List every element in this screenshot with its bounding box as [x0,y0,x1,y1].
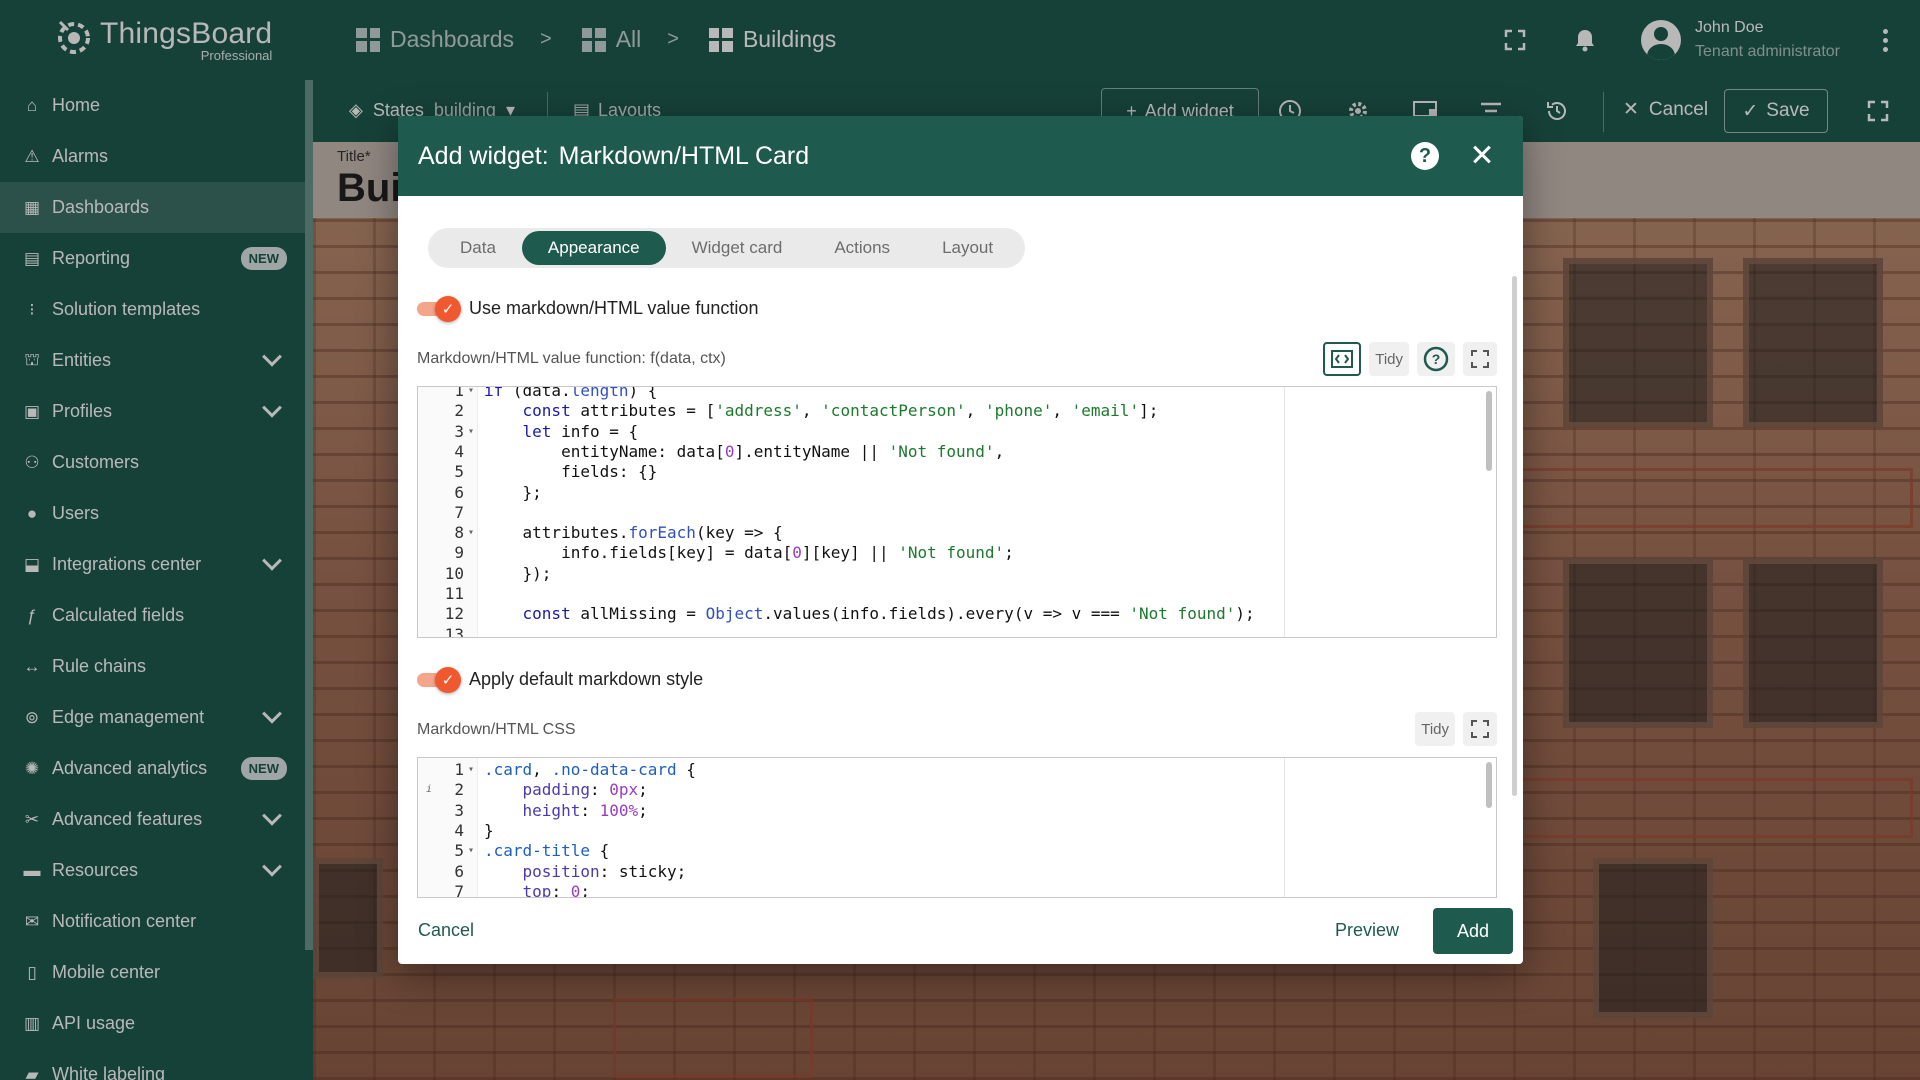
line-number: 5 [454,462,464,482]
toggle-switch[interactable]: ✓ [417,296,461,322]
apply-default-style-toggle[interactable]: ✓ Apply default markdown style [417,667,703,693]
dialog-footer: Cancel Preview Add [398,898,1523,964]
fullscreen-icon[interactable] [1463,342,1497,376]
code-text: entityName: data[0].entityName || 'Not f… [484,441,1005,461]
line-number: 7 [454,881,464,898]
code-text: }); [484,563,552,583]
code-line[interactable]: 9 info.fields[key] = data[0][key] || 'No… [418,543,1278,563]
code-text: if (data.length) { [484,386,658,400]
preview-button[interactable]: Preview [1335,920,1399,941]
line-number: 5 [454,841,464,861]
code-line[interactable]: 7 top: 0; [418,881,1278,898]
tab-data[interactable]: Data [434,231,522,265]
line-number: 4 [454,820,464,840]
css-label: Markdown/HTML CSS [417,721,576,738]
line-number: 6 [454,861,464,881]
code-text: let info = { [522,421,639,441]
css-tidy-button[interactable]: Tidy [1415,712,1455,746]
use-markdown-function-toggle[interactable]: ✓ Use markdown/HTML value function [417,296,758,322]
tab-actions[interactable]: Actions [808,231,916,265]
line-number: 2 [454,780,464,800]
line-number: 12 [444,604,464,624]
code-text: top: 0; [522,881,590,898]
value-function-label: Markdown/HTML value function: f(data, ct… [417,350,726,367]
tab-appearance[interactable]: Appearance [521,231,666,265]
line-number: 11 [444,584,464,603]
code-text: }; [484,482,542,502]
code-line[interactable]: 5 fields: {} [418,462,1278,482]
code-line[interactable]: 1 ▾ .card, .no-data-card { [418,760,1278,780]
code-line[interactable]: 1 ▾ if (data.length) { [418,386,1278,401]
line-number: 13 [444,624,464,638]
function-code-editor[interactable]: 1 ▾ if (data.length) {2 const attributes =… [417,386,1497,638]
css-code-editor[interactable]: 1 ▾ .card, .no-data-card {2 i padding: 0px;… [417,757,1497,898]
fullscreen-icon[interactable] [1463,712,1497,746]
code-text: const attributes = ['address', 'contactP… [522,401,1159,421]
code-format-icon[interactable] [1323,342,1362,376]
dialog-header: Add widget: Markdown/HTML Card ? [398,116,1523,196]
line-number: 9 [454,543,464,563]
code-text: .card, .no-data-card { [484,760,696,779]
code-text: fields: {} [484,462,658,482]
code-text: height: 100%; [522,800,648,820]
tab-widget-card[interactable]: Widget card [666,231,809,265]
line-number: 3 [454,421,464,441]
code-text: .card-title { [484,841,610,861]
code-text: position: sticky; [522,861,687,881]
fold-arrow-icon[interactable]: ▾ [468,523,474,543]
function-help-icon[interactable]: ? [1417,342,1455,376]
cancel-button[interactable]: Cancel [418,920,474,941]
line-number: 10 [444,563,464,583]
fold-arrow-icon[interactable]: ▾ [468,760,474,780]
code-line[interactable]: 7 [418,503,1278,523]
add-widget-dialog: Add widget: Markdown/HTML Card ? Data App… [398,116,1523,964]
fold-arrow-icon[interactable]: ▾ [468,422,474,442]
code-line[interactable]: 6 position: sticky; [418,862,1278,882]
line-number: 8 [454,523,464,543]
tab-layout[interactable]: Layout [916,231,1019,265]
close-icon[interactable] [1467,140,1497,170]
line-number: 1 [454,760,464,779]
code-text: } [484,820,494,840]
line-number: 3 [454,800,464,820]
code-line[interactable]: 11 [418,584,1278,604]
code-line[interactable]: 3 height: 100%; [418,801,1278,821]
line-number: 7 [454,502,464,522]
code-line[interactable]: 4} [418,821,1278,841]
code-line[interactable]: 12 const allMissing = Object.values(info… [418,604,1278,624]
fold-arrow-icon[interactable]: ▾ [468,841,474,861]
code-text: info.fields[key] = data[0][key] || 'Not … [484,543,1014,563]
line-number: 2 [454,401,464,421]
code-line[interactable]: 8 ▾ attributes.forEach(key => { [418,523,1278,543]
code-line[interactable]: 6 }; [418,483,1278,503]
dialog-title: Add widget: Markdown/HTML Card [418,141,810,170]
code-text: padding: 0px; [522,780,648,800]
code-line[interactable]: 3 ▾ let info = { [418,422,1278,442]
dialog-tabs: Data Appearance Widget card Actions Layo… [428,228,1026,268]
line-number: 6 [454,482,464,502]
help-icon[interactable]: ? [1411,142,1439,170]
editor-scrollbar[interactable] [1486,762,1492,808]
code-line[interactable]: 13 [418,624,1278,638]
line-number: 4 [454,441,464,461]
code-text: const allMissing = Object.values(info.fi… [522,604,1255,624]
info-annotation-icon[interactable]: i [426,780,432,800]
fold-arrow-icon[interactable]: ▾ [468,387,474,401]
add-button[interactable]: Add [1433,908,1513,954]
code-line[interactable]: 5 ▾ .card-title { [418,841,1278,861]
code-line[interactable]: 2 i padding: 0px; [418,780,1278,800]
editor-scrollbar[interactable] [1486,391,1492,471]
check-icon: ✓ [435,296,461,322]
line-number: 1 [454,386,464,400]
code-line[interactable]: 10 }); [418,564,1278,584]
svg-text:?: ? [1432,351,1441,367]
code-line[interactable]: 2 const attributes = ['address', 'contac… [418,401,1278,421]
check-icon: ✓ [435,667,461,693]
code-text: attributes.forEach(key => { [484,523,783,543]
toggle-switch[interactable]: ✓ [417,667,461,693]
tidy-button[interactable]: Tidy [1369,342,1409,376]
code-line[interactable]: 4 entityName: data[0].entityName || 'Not… [418,442,1278,462]
dialog-scrollbar[interactable] [1512,276,1517,796]
